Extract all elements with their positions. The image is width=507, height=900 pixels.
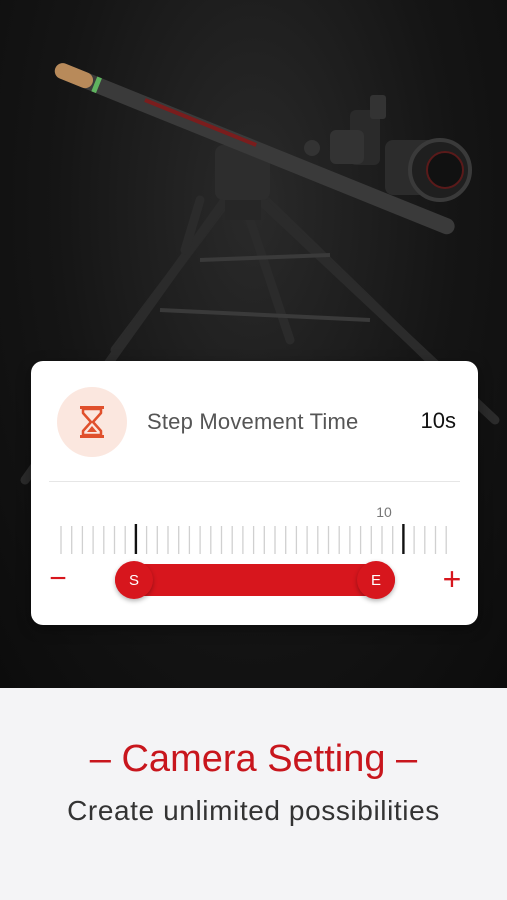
start-handle[interactable]: S	[115, 561, 153, 599]
decrease-button[interactable]: −	[45, 559, 71, 599]
setting-label: Step Movement Time	[147, 409, 359, 434]
range-track	[115, 564, 395, 596]
end-handle[interactable]: E	[357, 561, 395, 599]
promo-headline: – Camera Setting –	[89, 738, 418, 780]
increase-button[interactable]: +	[438, 559, 466, 599]
hourglass-icon	[80, 406, 104, 438]
setting-card: Step Movement Time 10s 10 − S E +	[31, 361, 478, 625]
promo-section	[0, 688, 507, 900]
promo-subheadline: Create unlimited possibilities	[67, 795, 440, 826]
time-ruler[interactable]	[31, 501, 478, 561]
hourglass-icon-badge	[57, 387, 127, 457]
setting-value: 10s	[420, 408, 456, 433]
divider	[49, 481, 460, 482]
